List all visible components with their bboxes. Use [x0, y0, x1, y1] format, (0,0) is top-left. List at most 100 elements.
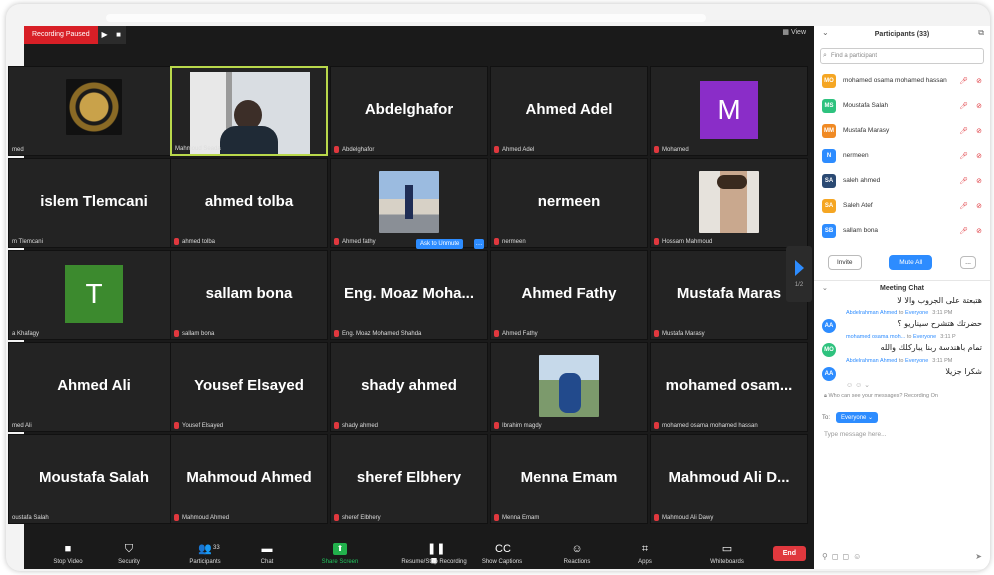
- video-tile[interactable]: Mahmoud Ali D... Mahmoud Ali Dawy: [650, 434, 808, 524]
- video-tile[interactable]: Ahmed Fathy Ahmed Fathy: [490, 250, 648, 340]
- video-tile[interactable]: Mahmoud Seada: [170, 66, 328, 156]
- popout-icon[interactable]: ⧉: [978, 28, 984, 38]
- tile-label-text: med: [12, 147, 24, 153]
- toolbar-whiteboardsbutton[interactable]: ▭ Whiteboards: [694, 543, 760, 565]
- participant-name: nermeen: [843, 152, 869, 159]
- video-off-icon: ⊘: [976, 203, 982, 210]
- video-tile[interactable]: Eng. Moaz Moha... Eng. Moaz Mohamed Shahd…: [330, 239, 488, 340]
- recording-bar: Recording Paused ▶ ■: [24, 26, 126, 44]
- video-tile[interactable]: Mahmoud Ahmed Mahmoud Ahmed: [170, 434, 328, 524]
- participant-row[interactable]: SA Saleh Atef ⊘ 🎤︎: [814, 193, 990, 218]
- more-icon[interactable]: …: [474, 239, 484, 249]
- video-tile[interactable]: Hossam Mahmoud: [650, 158, 808, 248]
- participant-search-input[interactable]: Find a participant: [820, 48, 984, 64]
- toolbar-appsbutton[interactable]: ⌗ Apps: [622, 543, 668, 565]
- video-tile[interactable]: Ta Khafagy: [8, 250, 180, 340]
- mute-all-button[interactable]: Mute All: [889, 255, 933, 270]
- toolbar-share-screenbutton[interactable]: ⬆ Share Screen: [312, 543, 368, 565]
- logo-image: [66, 79, 122, 135]
- video-tile[interactable]: M Mohamed: [650, 66, 808, 156]
- tile-label: Abdelghafor: [334, 145, 374, 153]
- muted-mic-icon: [334, 513, 339, 521]
- participant-row[interactable]: SB sallam bona ⊘ 🎤︎: [814, 218, 990, 243]
- video-tile[interactable]: sallam bona sallam bona: [170, 250, 328, 340]
- chat-message-text: شكرا جزيلا: [945, 367, 982, 376]
- resume-recording-button[interactable]: ▶: [97, 26, 112, 44]
- tile-label: oustafa Salah: [12, 515, 49, 521]
- muted-mic-icon: [654, 237, 659, 245]
- chevron-right-icon: [794, 260, 804, 276]
- chat-message: AA Abdelrahman Ahmed to Everyone 3:11 PM شك…: [814, 355, 990, 381]
- video-tile[interactable]: nermeen nermeen: [490, 158, 648, 248]
- video-tile[interactable]: Moustafa Salah oustafa Salah: [8, 434, 180, 524]
- video-off-icon: ⊘: [976, 178, 982, 185]
- tile-label-text: m Tlemcani: [12, 239, 43, 245]
- recipient-select[interactable]: Everyone ⌄: [836, 412, 879, 423]
- toolbar-participantsbutton[interactable]: 👥 Participants 33: [176, 543, 234, 565]
- participant-name: sallam bona: [843, 227, 879, 234]
- video-tile[interactable]: shady ahmed shady ahmed: [330, 342, 488, 432]
- tile-label-text: a Khafagy: [12, 331, 40, 337]
- tile-label: mohamed osama mohamed hassan: [654, 421, 758, 429]
- tile-label-text: med Ali: [12, 423, 32, 429]
- view-button[interactable]: ▦ View: [782, 28, 806, 36]
- toolbar-icon: CC: [495, 543, 511, 555]
- avatar: MM: [822, 123, 836, 138]
- chat-message: MO mohamed osama moh... to Everyone 3:11 P…: [814, 331, 990, 357]
- video-tile[interactable]: ahmed tolba ahmed tolba: [170, 158, 328, 248]
- participant-row[interactable]: SA saleh ahmed ⊘ 🎤︎: [814, 168, 990, 193]
- next-page-button[interactable]: 1/2: [786, 246, 812, 302]
- video-tile[interactable]: Ahmed fathy: [330, 158, 488, 248]
- video-tile[interactable]: mohamed osam... mohamed osama mohamed has…: [650, 342, 808, 432]
- participant-name: Ahmed Ali: [57, 377, 131, 394]
- chat-message-input[interactable]: Type message here...: [814, 431, 990, 438]
- video-tile[interactable]: Menna Emam Menna Emam: [490, 434, 648, 524]
- toolbar-show-captionsbutton[interactable]: CC Show Captions: [472, 543, 532, 565]
- toolbar-chatbutton[interactable]: ▬ Chat: [244, 543, 290, 565]
- avatar: SA: [822, 173, 836, 188]
- muted-mic-icon: [174, 237, 179, 245]
- muted-mic-icon: [334, 421, 339, 429]
- chat-title: Meeting Chat: [880, 285, 924, 292]
- chevron-down-icon[interactable]: ⌄: [822, 28, 829, 37]
- video-tile[interactable]: islem Tlemcani m Tlemcani: [8, 158, 180, 248]
- participant-name: Abdelghafor: [364, 101, 454, 118]
- toolbar-label: Share Screen: [321, 559, 359, 565]
- toolbar-securitybutton[interactable]: ⛉ Security: [106, 543, 152, 565]
- avatar: M: [700, 81, 758, 139]
- invite-button[interactable]: Invite: [828, 255, 862, 270]
- video-tile[interactable]: Ahmed Ali med Ali: [8, 342, 180, 432]
- toolbar-reactionsbutton[interactable]: ☺ Reactions: [550, 543, 604, 565]
- reaction-icons[interactable]: ☺ ☺ ⌄: [814, 381, 990, 389]
- toolbar-stop-videobutton[interactable]: ■ Stop Video: [38, 543, 98, 565]
- video-tile[interactable]: med: [8, 66, 180, 156]
- video-tile[interactable]: Abdelghafor Abdelghafor: [330, 66, 488, 156]
- video-tile[interactable]: Ahmed Adel Ahmed Adel: [490, 66, 648, 156]
- tile-label-text: ahmed tolba: [182, 239, 216, 245]
- send-icon[interactable]: ➤: [975, 552, 982, 561]
- video-tile[interactable]: sheref Elbhery sheref Elbhery: [330, 434, 488, 524]
- participant-row[interactable]: MO mohamed osama mohamed hassan ⊘ 🎤︎: [814, 68, 990, 93]
- video-off-icon: ⊘: [976, 153, 982, 160]
- chat-format-icons[interactable]: ⚲◻◻☺: [822, 552, 865, 561]
- avatar: SA: [822, 198, 836, 213]
- tile-label: m Tlemcani: [12, 239, 43, 245]
- chat-message-meta: Abdelrahman Ahmed to Everyone 3:11 PM: [846, 358, 982, 364]
- participant-row[interactable]: MM Mustafa Marasy ⊘ 🎤︎: [814, 118, 990, 143]
- end-button[interactable]: End: [772, 546, 806, 561]
- ask-to-unmute-button[interactable]: Ask to Unmute: [416, 239, 464, 249]
- video-tile[interactable]: Yousef Elsayed Yousef Elsayed: [170, 342, 328, 432]
- tile-label: Ahmed fathy: [334, 237, 376, 245]
- chevron-down-icon[interactable]: ⌄: [822, 281, 828, 297]
- video-tile[interactable]: Ibrahim magdy: [490, 342, 648, 432]
- toolbar-resume-stop-recordingbutton[interactable]: ❚❚ ■ Resume/Stop Recording: [386, 543, 482, 567]
- stop-recording-button[interactable]: ■: [111, 26, 126, 44]
- recording-status: Recording Paused: [24, 26, 98, 44]
- video-tile[interactable]: Mustafa Maras Mustafa Marasy: [650, 250, 808, 340]
- more-button[interactable]: ...: [960, 256, 976, 269]
- participant-name: Mahmoud Ahmed: [186, 469, 312, 486]
- participant-row[interactable]: MS Moustafa Salah ⊘ 🎤︎: [814, 93, 990, 118]
- tile-label-text: Ahmed Fathy: [502, 331, 538, 337]
- toolbar-label: Reactions: [563, 559, 591, 565]
- participant-row[interactable]: Nnermeen ⊘ 🎤︎: [814, 143, 990, 168]
